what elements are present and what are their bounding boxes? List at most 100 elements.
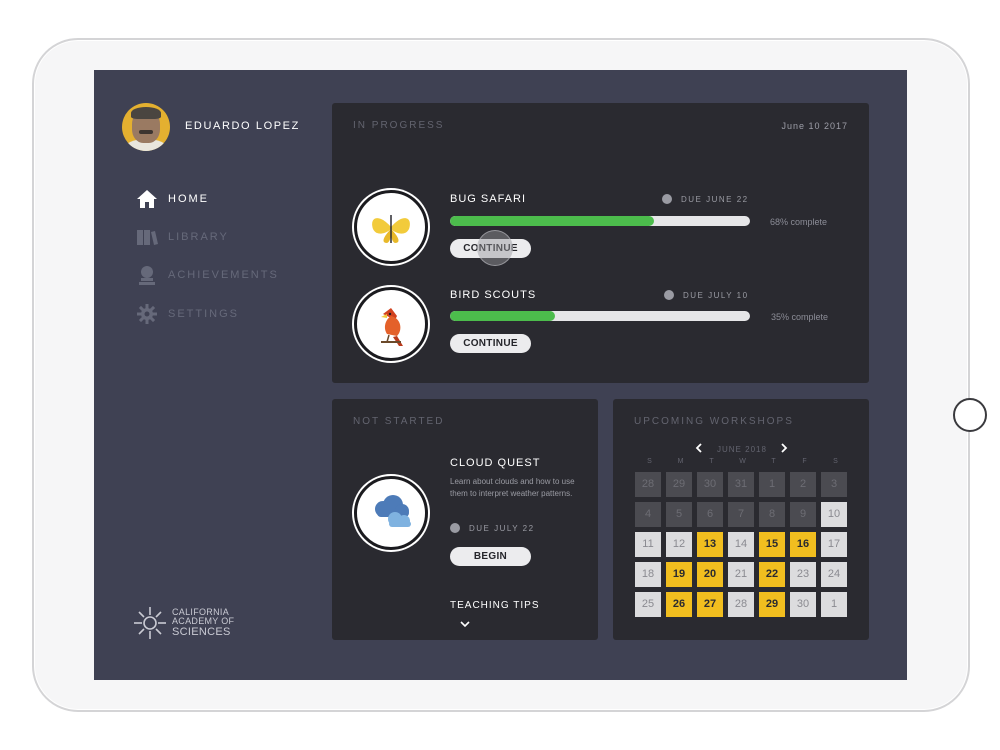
calendar-day[interactable]: 11 [635, 532, 661, 557]
calendar-day[interactable]: 9 [790, 502, 816, 527]
home-hardware-button[interactable] [953, 398, 987, 432]
bug-safari-badge [354, 190, 428, 264]
continue-button[interactable]: CONTINUE [450, 334, 531, 353]
calendar-day[interactable]: 23 [790, 562, 816, 587]
bird-icon [381, 308, 403, 346]
butterfly-icon [372, 215, 410, 243]
progress-fill [450, 216, 654, 226]
calendar-day-workshop[interactable]: 19 [666, 562, 692, 587]
calendar-day[interactable]: 14 [728, 532, 754, 557]
calendar-day-workshop[interactable]: 20 [697, 562, 723, 587]
academy-logo: CALIFORNIA ACADEMY OF SCIENCES [132, 605, 234, 641]
calendar-day-workshop[interactable]: 26 [666, 592, 692, 617]
begin-button[interactable]: BEGIN [450, 547, 531, 566]
panel-title: UPCOMING WORKSHOPS [634, 416, 794, 427]
calendar-day[interactable]: 30 [697, 472, 723, 497]
upcoming-workshops-panel: UPCOMING WORKSHOPS JUNE 2018 SMTWTFS 28 2… [613, 399, 869, 640]
progress-fill [450, 311, 555, 321]
clock-icon [450, 523, 460, 533]
course-title: BIRD SCOUTS [450, 289, 537, 301]
avatar[interactable] [122, 103, 170, 151]
chevron-right-icon[interactable] [780, 442, 788, 456]
sidebar-item-library[interactable]: LIBRARY [136, 226, 306, 248]
teaching-tips-toggle[interactable]: TEACHING TIPS [450, 600, 540, 611]
due-text: DUE JUNE 22 [681, 194, 749, 204]
home-icon [136, 188, 158, 210]
progress-label: 35% complete [771, 312, 829, 322]
calendar-day[interactable]: 29 [666, 472, 692, 497]
due-date: DUE JULY 10 [664, 290, 749, 300]
due-text: DUE JULY 22 [469, 523, 535, 533]
due-date: DUE JULY 22 [450, 523, 535, 533]
course-title: CLOUD QUEST [450, 457, 541, 469]
calendar-day-workshop[interactable]: 16 [790, 532, 816, 557]
logo-line: SCIENCES [172, 626, 231, 638]
weekday-label: T [709, 458, 714, 465]
sidebar-item-label: LIBRARY [168, 231, 229, 243]
calendar-day[interactable]: 8 [759, 502, 785, 527]
calendar-day[interactable]: 1 [821, 592, 847, 617]
calendar-day[interactable]: 5 [666, 502, 692, 527]
progress-label: 68% complete [770, 217, 828, 227]
calendar-day[interactable]: 30 [790, 592, 816, 617]
calendar-day[interactable]: 31 [728, 472, 754, 497]
not-started-panel: NOT STARTED CLOUD QUEST Learn about clou… [332, 399, 598, 640]
weekday-label: S [833, 458, 838, 465]
in-progress-panel: IN PROGRESS June 10 2017 BUG SAFARI DUE … [332, 103, 869, 383]
sidebar-item-label: ACHIEVEMENTS [168, 269, 279, 281]
weekday-label: M [677, 458, 684, 465]
sidebar-item-settings[interactable]: SETTINGS [136, 303, 306, 325]
chevron-down-icon[interactable] [460, 620, 470, 631]
sidebar-item-label: HOME [168, 193, 209, 205]
calendar-day[interactable]: 7 [728, 502, 754, 527]
calendar-day[interactable]: 17 [821, 532, 847, 557]
progress-bar [450, 216, 750, 226]
weekday-label: F [802, 458, 807, 465]
calendar-day[interactable]: 4 [635, 502, 661, 527]
calendar-day-workshop[interactable]: 15 [759, 532, 785, 557]
calendar-day[interactable]: 3 [821, 472, 847, 497]
touch-indicator [477, 230, 513, 266]
calendar-day[interactable]: 21 [728, 562, 754, 587]
calendar-day[interactable]: 1 [759, 472, 785, 497]
calendar-day-workshop[interactable]: 22 [759, 562, 785, 587]
logo-line: ACADEMY OF [172, 616, 235, 626]
bird-scouts-badge [354, 287, 428, 361]
calendar-day-workshop[interactable]: 13 [697, 532, 723, 557]
achievements-icon [136, 264, 158, 286]
panel-title: NOT STARTED [353, 416, 445, 427]
calendar-day[interactable]: 28 [635, 472, 661, 497]
cloud-icon [375, 495, 411, 527]
chevron-left-icon[interactable] [695, 442, 703, 456]
calendar-grid: 28 29 30 31 1 2 3 4 5 6 7 8 9 10 11 12 13 14 15 16 17 18 19 20 2… [635, 472, 847, 617]
panel-title: IN PROGRESS [353, 120, 445, 131]
weekday-label: S [647, 458, 652, 465]
calendar-day[interactable]: 25 [635, 592, 661, 617]
weekday-label: W [739, 458, 746, 465]
library-icon [136, 226, 158, 248]
due-text: DUE JULY 10 [683, 290, 749, 300]
sidebar-item-achievements[interactable]: ACHIEVEMENTS [136, 264, 306, 286]
user-name: EDUARDO LOPEZ [185, 120, 300, 132]
clock-icon [662, 194, 672, 204]
starburst-icon [134, 607, 166, 639]
sidebar-item-label: SETTINGS [168, 308, 240, 320]
calendar-day-workshop[interactable]: 29 [759, 592, 785, 617]
current-date: June 10 2017 [781, 121, 848, 131]
sidebar-item-home[interactable]: HOME [136, 188, 306, 210]
due-date: DUE JUNE 22 [662, 194, 749, 204]
calendar-day[interactable]: 28 [728, 592, 754, 617]
calendar-day[interactable]: 12 [666, 532, 692, 557]
calendar-day[interactable]: 2 [790, 472, 816, 497]
calendar-day[interactable]: 6 [697, 502, 723, 527]
clock-icon [664, 290, 674, 300]
calendar-day[interactable]: 18 [635, 562, 661, 587]
course-title: BUG SAFARI [450, 193, 527, 205]
calendar-day-workshop[interactable]: 27 [697, 592, 723, 617]
settings-icon [136, 303, 158, 325]
progress-bar [450, 311, 750, 321]
calendar-day[interactable]: 10 [821, 502, 847, 527]
app-screen: EDUARDO LOPEZ HOME LIBRARY ACHIEVEMENTS … [94, 70, 907, 680]
calendar-day[interactable]: 24 [821, 562, 847, 587]
course-description: Learn about clouds and how to use them t… [450, 477, 575, 498]
